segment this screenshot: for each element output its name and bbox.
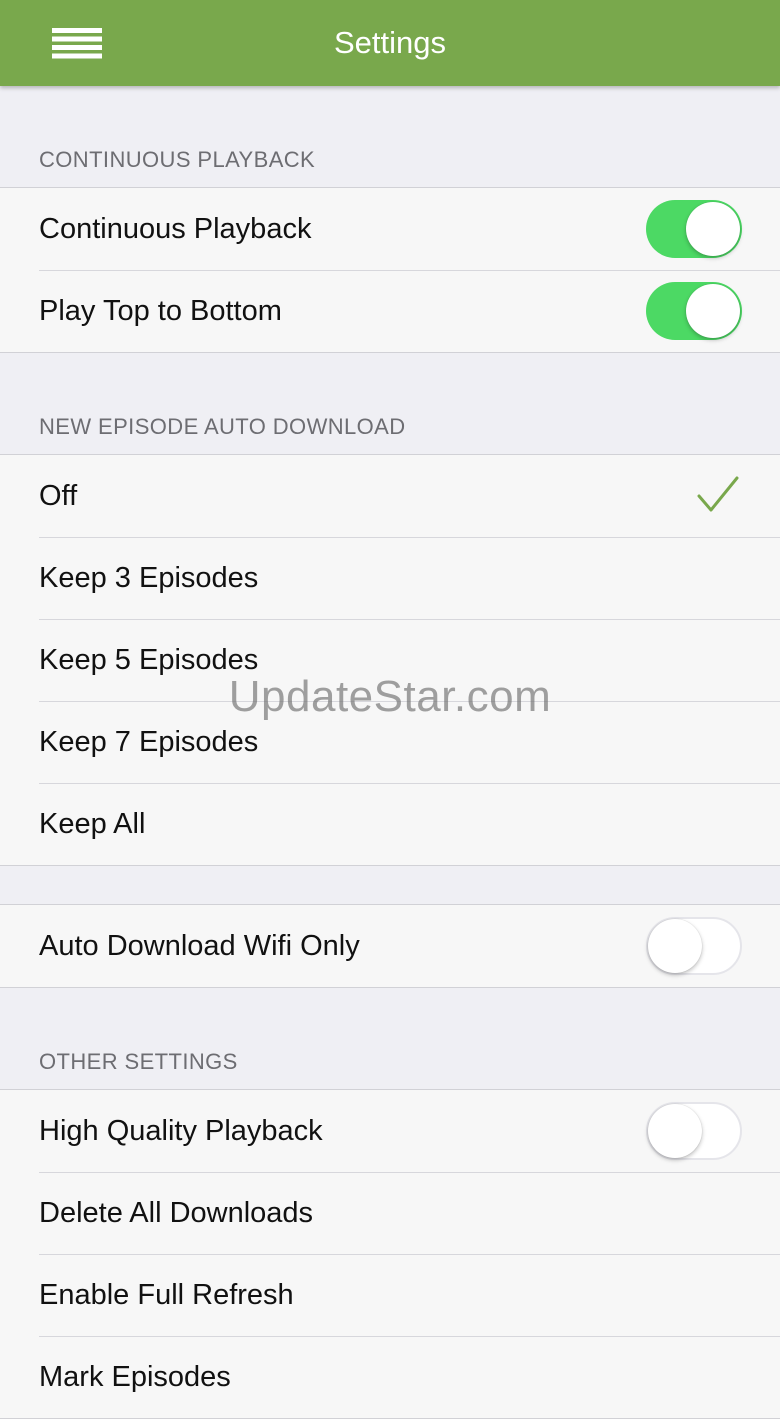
auto-download-option-keep-3[interactable]: Keep 3 Episodes (0, 537, 780, 619)
toggle-knob (648, 1104, 702, 1158)
high-quality-playback-label: High Quality Playback (39, 1114, 323, 1147)
toggle-knob (686, 202, 740, 256)
delete-all-downloads-row[interactable]: Delete All Downloads (0, 1172, 780, 1254)
other-settings-group: High Quality Playback Delete All Downloa… (0, 1089, 780, 1419)
section-header-auto-download: NEW EPISODE AUTO DOWNLOAD (0, 353, 780, 454)
option-label: Keep 3 Episodes (39, 561, 259, 594)
toggle-knob (686, 284, 740, 338)
play-top-to-bottom-toggle[interactable] (646, 282, 742, 340)
continuous-playback-row: Continuous Playback (0, 188, 780, 270)
mark-episodes-row[interactable]: Mark Episodes (0, 1336, 780, 1418)
auto-download-option-keep-all[interactable]: Keep All (0, 783, 780, 865)
enable-full-refresh-row[interactable]: Enable Full Refresh (0, 1254, 780, 1336)
option-label: Keep 7 Episodes (39, 725, 259, 758)
hamburger-menu-icon (52, 28, 102, 59)
wifi-group: Auto Download Wifi Only (0, 904, 780, 988)
option-label: Keep 5 Episodes (39, 643, 259, 676)
continuous-playback-group: Continuous Playback Play Top to Bottom (0, 187, 780, 353)
play-top-to-bottom-label: Play Top to Bottom (39, 294, 282, 327)
section-header-label: OTHER SETTINGS (39, 1049, 238, 1074)
auto-download-group: Off Keep 3 Episodes Keep 5 Episodes Keep… (0, 454, 780, 866)
menu-button[interactable] (40, 18, 114, 68)
toggle-knob (648, 919, 702, 973)
continuous-playback-toggle[interactable] (646, 200, 742, 258)
high-quality-playback-row: High Quality Playback (0, 1090, 780, 1172)
navigation-bar: Settings (0, 0, 780, 86)
auto-download-wifi-only-row: Auto Download Wifi Only (0, 905, 780, 987)
auto-download-wifi-only-toggle[interactable] (646, 917, 742, 975)
section-header-other-settings: OTHER SETTINGS (0, 988, 780, 1089)
section-header-label: CONTINUOUS PLAYBACK (39, 147, 316, 172)
continuous-playback-label: Continuous Playback (39, 212, 312, 245)
auto-download-option-keep-5[interactable]: Keep 5 Episodes (0, 619, 780, 701)
section-header-label: NEW EPISODE AUTO DOWNLOAD (39, 414, 406, 439)
delete-all-downloads-label: Delete All Downloads (39, 1196, 314, 1229)
checkmark-icon (697, 476, 739, 512)
play-top-to-bottom-row: Play Top to Bottom (0, 270, 780, 352)
option-label: Off (39, 479, 78, 512)
mark-episodes-label: Mark Episodes (39, 1360, 231, 1393)
settings-list: CONTINUOUS PLAYBACK Continuous Playback … (0, 86, 780, 1419)
auto-download-wifi-only-label: Auto Download Wifi Only (39, 929, 360, 962)
auto-download-option-keep-7[interactable]: Keep 7 Episodes (0, 701, 780, 783)
auto-download-option-off[interactable]: Off (0, 455, 780, 537)
page-title: Settings (333, 25, 446, 60)
section-header-continuous-playback: CONTINUOUS PLAYBACK (0, 86, 780, 187)
enable-full-refresh-label: Enable Full Refresh (39, 1278, 294, 1311)
option-label: Keep All (39, 807, 146, 840)
high-quality-playback-toggle[interactable] (646, 1102, 742, 1160)
